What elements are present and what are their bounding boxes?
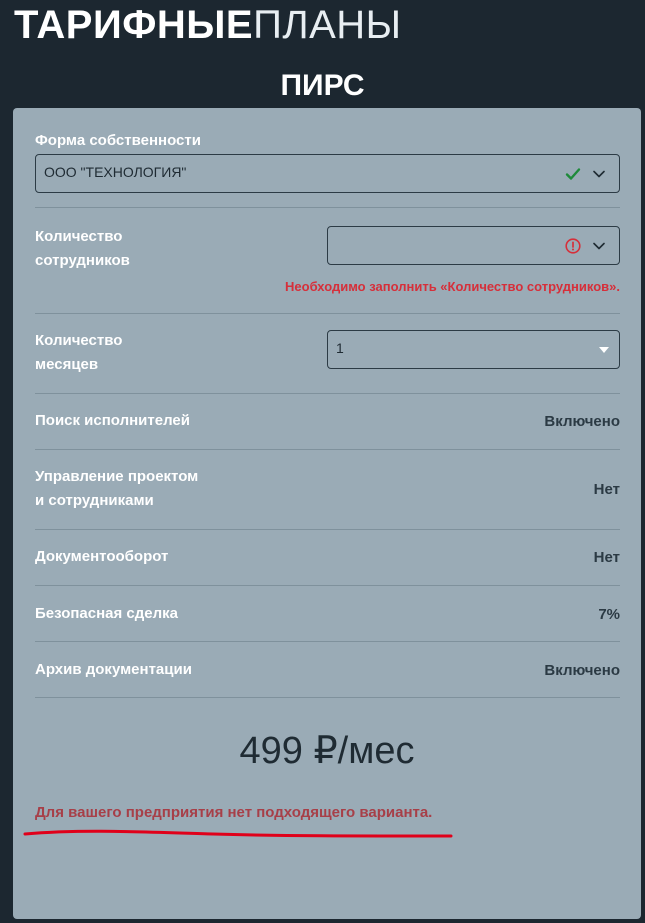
error-icon [565,238,581,254]
page-title-light: ПЛАНЫ [253,3,402,47]
divider [35,697,620,698]
divider [35,529,620,530]
feature-label: Управление проектом [35,468,199,485]
employees-label-line1: Количество [35,228,123,245]
red-underline-annotation [23,829,453,838]
page-title: ТАРИФНЫЕПЛАНЫ [14,2,402,48]
ownership-label: Форма собственности [35,132,201,149]
ownership-value: ООО "ТЕХНОЛОГИЯ" [44,164,187,180]
feature-value: Включено [544,662,620,679]
months-select[interactable]: 1 [327,330,620,369]
price-unit: ₽/мес [313,730,415,772]
employees-select[interactable] [327,226,620,265]
check-icon [565,168,581,180]
employees-error-message: Необходимо заполнить «Количество сотрудн… [285,279,620,294]
feature-value: Нет [593,549,620,566]
employees-label-line2: сотрудников [35,252,130,269]
price: 499 ₽/мес [13,728,641,773]
feature-value: Нет [593,481,620,498]
feature-label: и сотрудниками [35,492,154,509]
feature-label: Безопасная сделка [35,605,179,622]
ownership-select[interactable]: ООО "ТЕХНОЛОГИЯ" [35,154,620,193]
divider [35,641,620,642]
months-label-line1: Количество [35,332,123,349]
divider [35,585,620,586]
plan-name: ПИРС [280,69,365,102]
chevron-down-icon[interactable] [593,240,605,252]
divider [35,449,620,450]
no-option-warning: Для вашего предприятия нет подходящего в… [35,804,433,821]
divider [35,393,620,394]
feature-value: Включено [544,413,620,430]
feature-label: Поиск исполнителей [35,412,190,429]
months-value: 1 [336,340,344,356]
chevron-down-icon[interactable] [593,168,605,180]
tariff-card: Форма собственности ООО "ТЕХНОЛОГИЯ" Кол… [13,108,641,919]
divider [35,207,620,208]
divider [35,313,620,314]
caret-down-icon[interactable] [599,347,609,353]
feature-label: Документооборот [35,548,169,565]
feature-value: 7% [598,606,620,623]
price-amount: 499 [239,730,303,772]
page-title-bold: ТАРИФНЫЕ [14,3,254,47]
feature-label: Архив документации [35,661,192,678]
months-label-line2: месяцев [35,356,99,373]
